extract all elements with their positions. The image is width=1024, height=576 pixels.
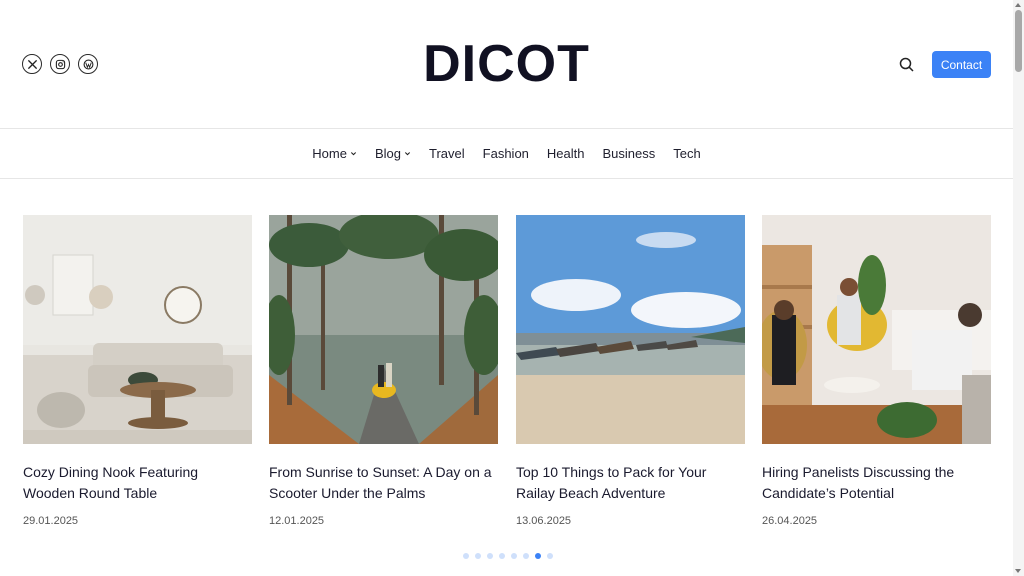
search-icon[interactable] (898, 56, 916, 74)
nav-item-tech[interactable]: Tech (673, 146, 700, 161)
post-card[interactable]: Hiring Panelists Discussing the Candidat… (762, 215, 991, 527)
nav-item-label: Blog (374, 146, 402, 161)
post-card[interactable]: Cozy Dining Nook Featuring Wooden Round … (23, 215, 252, 527)
nav-item-health[interactable]: Health (547, 146, 585, 161)
nav-item-label: Business (602, 146, 656, 161)
scrollbar-thumb[interactable] (1015, 10, 1022, 72)
post-image-railay-beach[interactable] (516, 215, 745, 444)
site-logo[interactable]: DICOT (0, 34, 1013, 94)
carousel-dot[interactable] (547, 553, 553, 559)
nav-item-blog[interactable]: Blog (375, 146, 411, 161)
nav-item-home[interactable]: Home (312, 146, 357, 161)
nav-item-business[interactable]: Business (602, 146, 655, 161)
carousel-dot[interactable] (463, 553, 469, 559)
post-date: 26.04.2025 (762, 515, 818, 527)
scroll-up-arrow-icon[interactable] (1015, 3, 1021, 7)
post-title[interactable]: From Sunrise to Sunset: A Day on a Scoot… (269, 462, 498, 504)
post-title[interactable]: Top 10 Things to Pack for Your Railay Be… (516, 462, 745, 504)
post-date: 13.06.2025 (516, 515, 572, 527)
post-date: 12.01.2025 (269, 515, 325, 527)
post-card[interactable]: Top 10 Things to Pack for Your Railay Be… (516, 215, 745, 527)
carousel-pagination (463, 553, 553, 559)
post-title[interactable]: Cozy Dining Nook Featuring Wooden Round … (23, 462, 252, 504)
nav-item-travel[interactable]: Travel (429, 146, 465, 161)
nav-item-label: Home (312, 146, 347, 161)
site-header: DICOT Contact (0, 0, 1013, 129)
post-image-hiring-panel[interactable] (762, 215, 991, 444)
main-nav: Home Blog Travel Fashion Health Business… (0, 129, 1013, 179)
nav-item-fashion[interactable]: Fashion (483, 146, 529, 161)
page-scrollbar[interactable] (1013, 0, 1024, 576)
contact-button[interactable]: Contact (932, 51, 991, 78)
scroll-down-arrow-icon[interactable] (1015, 569, 1021, 573)
post-image-palm-road[interactable] (269, 215, 498, 444)
post-date: 29.01.2025 (23, 515, 79, 527)
carousel-dot[interactable] (523, 553, 529, 559)
carousel-dot[interactable] (511, 553, 517, 559)
carousel-dot[interactable] (499, 553, 505, 559)
post-image-living-room[interactable] (23, 215, 252, 444)
carousel-dot[interactable] (487, 553, 493, 559)
nav-item-label: Health (546, 146, 585, 161)
nav-item-label: Travel (429, 146, 465, 161)
post-title[interactable]: Hiring Panelists Discussing the Candidat… (762, 462, 991, 504)
chevron-down-icon (404, 152, 411, 156)
chevron-down-icon (350, 152, 357, 156)
nav-item-label: Tech (673, 146, 701, 161)
nav-item-label: Fashion (482, 146, 529, 161)
post-card[interactable]: From Sunrise to Sunset: A Day on a Scoot… (269, 215, 498, 527)
carousel-dot[interactable] (475, 553, 481, 559)
carousel-dot-active[interactable] (535, 553, 541, 559)
